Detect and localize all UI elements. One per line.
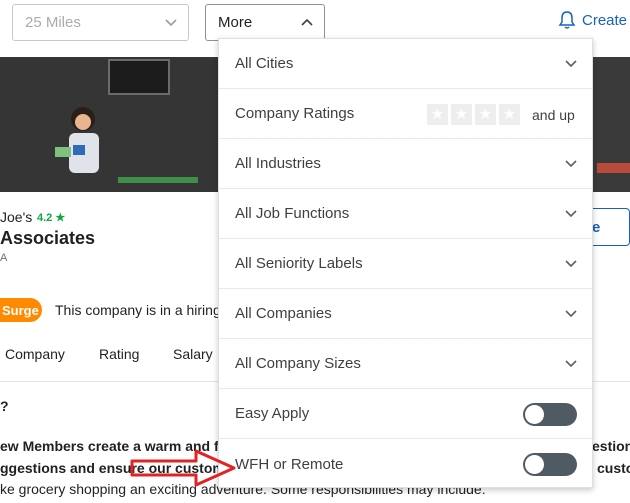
more-filters-button[interactable]: More [205,4,325,41]
chevron-down-icon [565,160,577,168]
chevron-down-icon [165,19,177,27]
more-filters-label: More [218,14,253,31]
rating-stars: ★ ★ ★ ★ [427,104,520,125]
filter-seniority[interactable]: All Seniority Labels [219,239,592,289]
chevron-down-icon [565,210,577,218]
company-location: A [0,252,8,264]
filter-company-ratings: Company Ratings ★ ★ ★ ★ and up [219,89,592,139]
filter-ratings-label: Company Ratings [235,105,355,122]
description-line-1-right: estion [592,438,630,454]
star-icon[interactable]: ★ [427,104,448,125]
ratings-and-up: and up [532,107,575,123]
description-line-2-right: custo [597,460,630,476]
chevron-down-icon [565,360,577,368]
filter-easy-apply-label: Easy Apply [235,405,310,422]
chevron-down-icon [565,310,577,318]
star-icon[interactable]: ★ [451,104,472,125]
surge-badge: Surge [0,298,42,322]
filter-company-sizes-label: All Company Sizes [235,355,361,372]
filter-job-functions-label: All Job Functions [235,205,350,222]
surge-text: This company is in a hiring [55,302,221,318]
company-rating: 4.2 ★ [37,212,66,224]
star-icon[interactable]: ★ [499,104,520,125]
toggle-knob [525,405,544,424]
filter-company-sizes[interactable]: All Company Sizes [219,339,592,389]
tab-rating[interactable]: Rating [99,346,139,362]
chevron-up-icon [301,18,313,26]
create-job-alert-link[interactable]: Create [557,10,627,30]
wfh-remote-toggle[interactable] [523,453,577,476]
easy-apply-toggle[interactable] [523,403,577,426]
filter-cities-label: All Cities [235,55,294,72]
filter-companies-label: All Companies [235,305,332,322]
tab-salary[interactable]: Salary [173,346,213,362]
follow-label: e [592,218,601,236]
bell-icon [558,11,576,29]
annotation-arrow-icon [130,449,236,487]
filter-industries-label: All Industries [235,155,321,172]
filter-wfh-label: WFH or Remote [235,455,344,473]
illustration-person [55,107,99,173]
star-icon[interactable]: ★ [475,104,496,125]
filter-easy-apply: Easy Apply [219,389,592,439]
filter-companies[interactable]: All Companies [219,289,592,339]
filter-industries[interactable]: All Industries [219,139,592,189]
chevron-down-icon [565,60,577,68]
section-question: ? [0,398,9,414]
filter-cities[interactable]: All Cities [219,39,592,89]
more-filters-dropdown: All Cities Company Ratings ★ ★ ★ ★ and u… [218,38,593,488]
chevron-down-icon [565,260,577,268]
distance-value: 25 Miles [25,14,81,31]
tab-company[interactable]: Company [5,346,65,362]
company-name[interactable]: Associates [0,228,95,249]
filter-seniority-label: All Seniority Labels [235,255,363,272]
company-short-name[interactable]: Joe's [0,209,32,225]
toggle-knob [525,455,544,474]
distance-select[interactable]: 25 Miles [12,4,189,41]
filter-job-functions[interactable]: All Job Functions [219,189,592,239]
create-label: Create [582,11,628,29]
filter-wfh-remote: WFH or Remote [219,439,592,489]
